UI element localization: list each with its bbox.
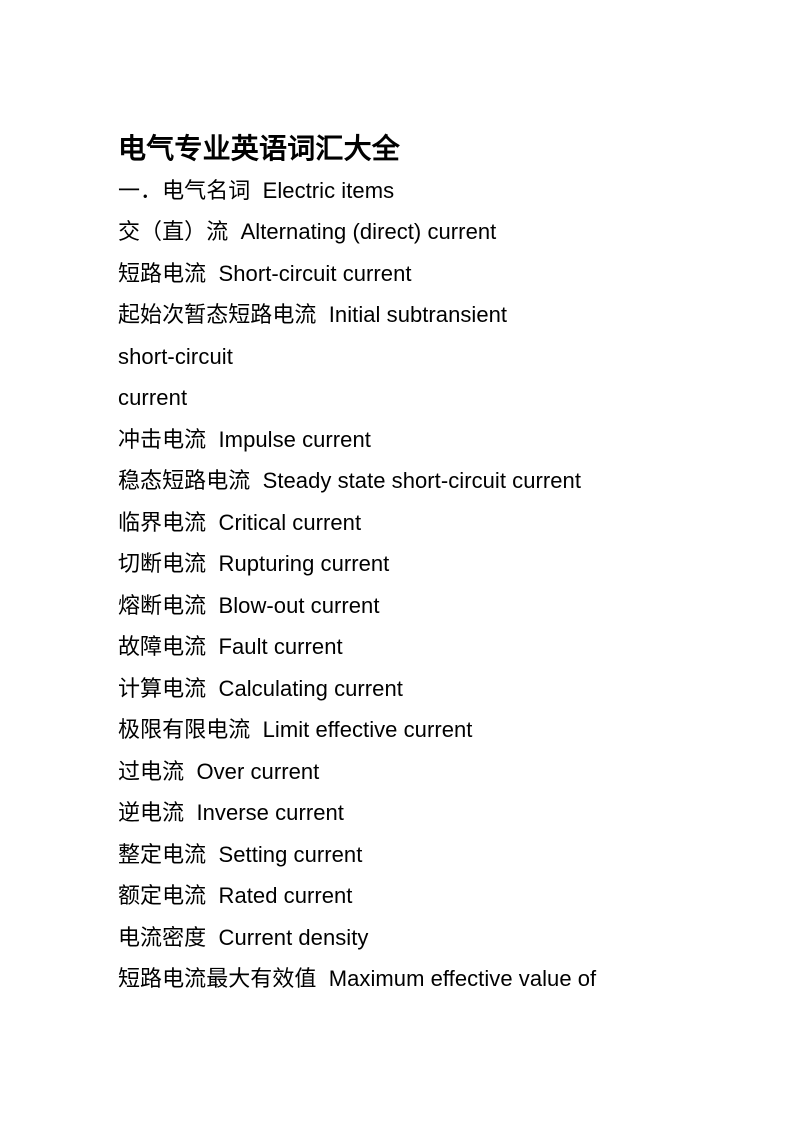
list-item: 额定电流 Rated current	[118, 883, 353, 908]
list-item: 熔断电流 Blow-out current	[118, 592, 380, 618]
list-item: 短路电流 Short-circuit current	[118, 260, 412, 286]
list-item: 逆电流 Inverse current	[118, 800, 344, 825]
list-item: 稳态短路电流 Steady state short-circuit curren…	[118, 468, 582, 493]
list-item: 切断电流 Rupturing current	[118, 551, 390, 576]
list-item: 临界电流 Critical current	[118, 509, 362, 535]
list-item: 故障电流 Fault current	[118, 634, 343, 659]
list-item: 冲击电流 Impulse current	[118, 426, 371, 452]
document-page: 电气专业英语词汇大全 一．电气名词 Electric items 交（直）流 A…	[0, 0, 793, 1122]
list-item: short-circuit	[118, 343, 233, 369]
list-item: current	[118, 385, 188, 410]
list-item: 电流密度 Current density	[118, 924, 369, 950]
page-title: 电气专业英语词汇大全	[118, 133, 401, 164]
list-item: 交（直）流 Alternating (direct) current	[118, 219, 497, 244]
list-item: 整定电流 Setting current	[118, 841, 363, 867]
list-item: 计算电流 Calculating current	[118, 675, 403, 701]
list-item: 起始次暂态短路电流 Initial subtransient	[118, 302, 508, 327]
document-body: 电气专业英语词汇大全 一．电气名词 Electric items 交（直）流 A…	[118, 128, 718, 1000]
list-item: 过电流 Over current	[118, 758, 320, 784]
list-item: 一．电气名词 Electric items	[118, 177, 395, 203]
vocabulary-list: 一．电气名词 Electric items 交（直）流 Alternating …	[118, 170, 718, 1000]
list-item: 短路电流最大有效值 Maximum effective value of	[118, 966, 597, 991]
list-item: 极限有限电流 Limit effective current	[118, 717, 473, 742]
